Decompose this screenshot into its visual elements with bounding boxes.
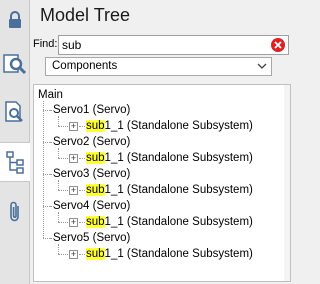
model-tree-button[interactable] [0,142,31,182]
tree-connector [58,158,68,159]
tree-connector [58,148,59,158]
search-match-highlight: sub [86,248,105,260]
tree-node-servo[interactable]: Servo1 (Servo) [53,102,130,118]
lock-icon [9,11,21,28]
tree-node-servo[interactable]: Servo3 (Servo) [53,166,130,182]
tree-node-servo[interactable]: Servo5 (Servo) [53,230,130,246]
tree-node-subsystem[interactable]: sub1_1 (Standalone Subsystem) [86,150,253,166]
expand-toggle[interactable]: + [69,218,78,227]
expand-toggle[interactable]: + [69,122,78,131]
tree-node-subsystem[interactable]: sub1_1 (Standalone Subsystem) [86,118,253,134]
search-match-highlight: sub [86,152,105,164]
tree-connector [58,180,59,190]
tree-connector [58,190,68,191]
tree-node-label: 1_1 (Standalone Subsystem) [104,248,253,260]
tree-connector [58,222,68,223]
tree-connector [79,190,85,191]
expand-toggle[interactable]: + [69,250,78,259]
tree-connector [58,212,59,222]
tree-connector [58,254,68,255]
filter-select[interactable]: Components [45,57,272,76]
find-input-value: sub [62,38,82,52]
filter-select-value: Components [52,60,118,72]
tree-node-label: 1_1 (Standalone Subsystem) [104,152,253,164]
search-match-highlight: sub [86,120,105,132]
tree-connector [79,254,85,255]
tree-node-servo[interactable]: Servo2 (Servo) [53,134,130,150]
tree-node-label: 1_1 (Standalone Subsystem) [104,120,253,132]
close-icon [274,41,282,49]
tree-node-subsystem[interactable]: sub1_1 (Standalone Subsystem) [86,246,253,262]
chevron-down-icon [257,63,267,69]
search-document-icon [5,101,23,122]
tree-connector [43,101,44,238]
tree-node-label: Servo1 (Servo) [53,104,131,116]
tree-node-label: Servo4 (Servo) [53,200,131,212]
model-tree-panel: Model Tree Find: sub Components Main Ser… [30,0,293,284]
tree-connector [58,244,59,254]
find-row: Find: sub [33,35,289,55]
tree-scrollbar[interactable] [284,85,290,281]
expand-toggle[interactable]: + [69,154,78,163]
model-tree[interactable]: Main Servo1 (Servo) + sub1_1 (Standalone S… [33,84,291,282]
tree-connector [79,158,85,159]
find-input[interactable]: sub [58,35,289,55]
tree-connector [58,126,68,127]
tree-node-subsystem[interactable]: sub1_1 (Standalone Subsystem) [86,182,253,198]
search-tree-icon [3,54,27,75]
search-document-button[interactable] [0,96,30,128]
tree-connector [79,126,85,127]
expand-toggle[interactable]: + [69,186,78,195]
tree-node-label: Servo2 (Servo) [53,136,131,148]
search-match-highlight: sub [86,184,105,196]
tree-node-label: Servo3 (Servo) [53,168,131,180]
tree-node-subsystem[interactable]: sub1_1 (Standalone Subsystem) [86,214,253,230]
panel-title: Model Tree [40,5,131,25]
tree-node-label: 1_1 (Standalone Subsystem) [104,184,253,196]
tree-connector [58,116,59,126]
tree-root[interactable]: Main [38,87,63,103]
tree-node-servo[interactable]: Servo4 (Servo) [53,198,130,214]
paperclip-icon [10,201,19,222]
find-label: Find: [33,38,58,50]
tree-node-label: 1_1 (Standalone Subsystem) [104,216,253,228]
search-tree-button[interactable] [0,48,30,80]
clear-search-button[interactable] [271,38,285,52]
tree-connector [79,222,85,223]
search-match-highlight: sub [86,216,105,228]
attachments-button[interactable] [0,196,30,228]
model-tree-icon [5,151,24,174]
lock-button[interactable] [0,8,30,32]
side-toolbar [0,0,31,284]
tree-node-label: Servo5 (Servo) [53,232,131,244]
